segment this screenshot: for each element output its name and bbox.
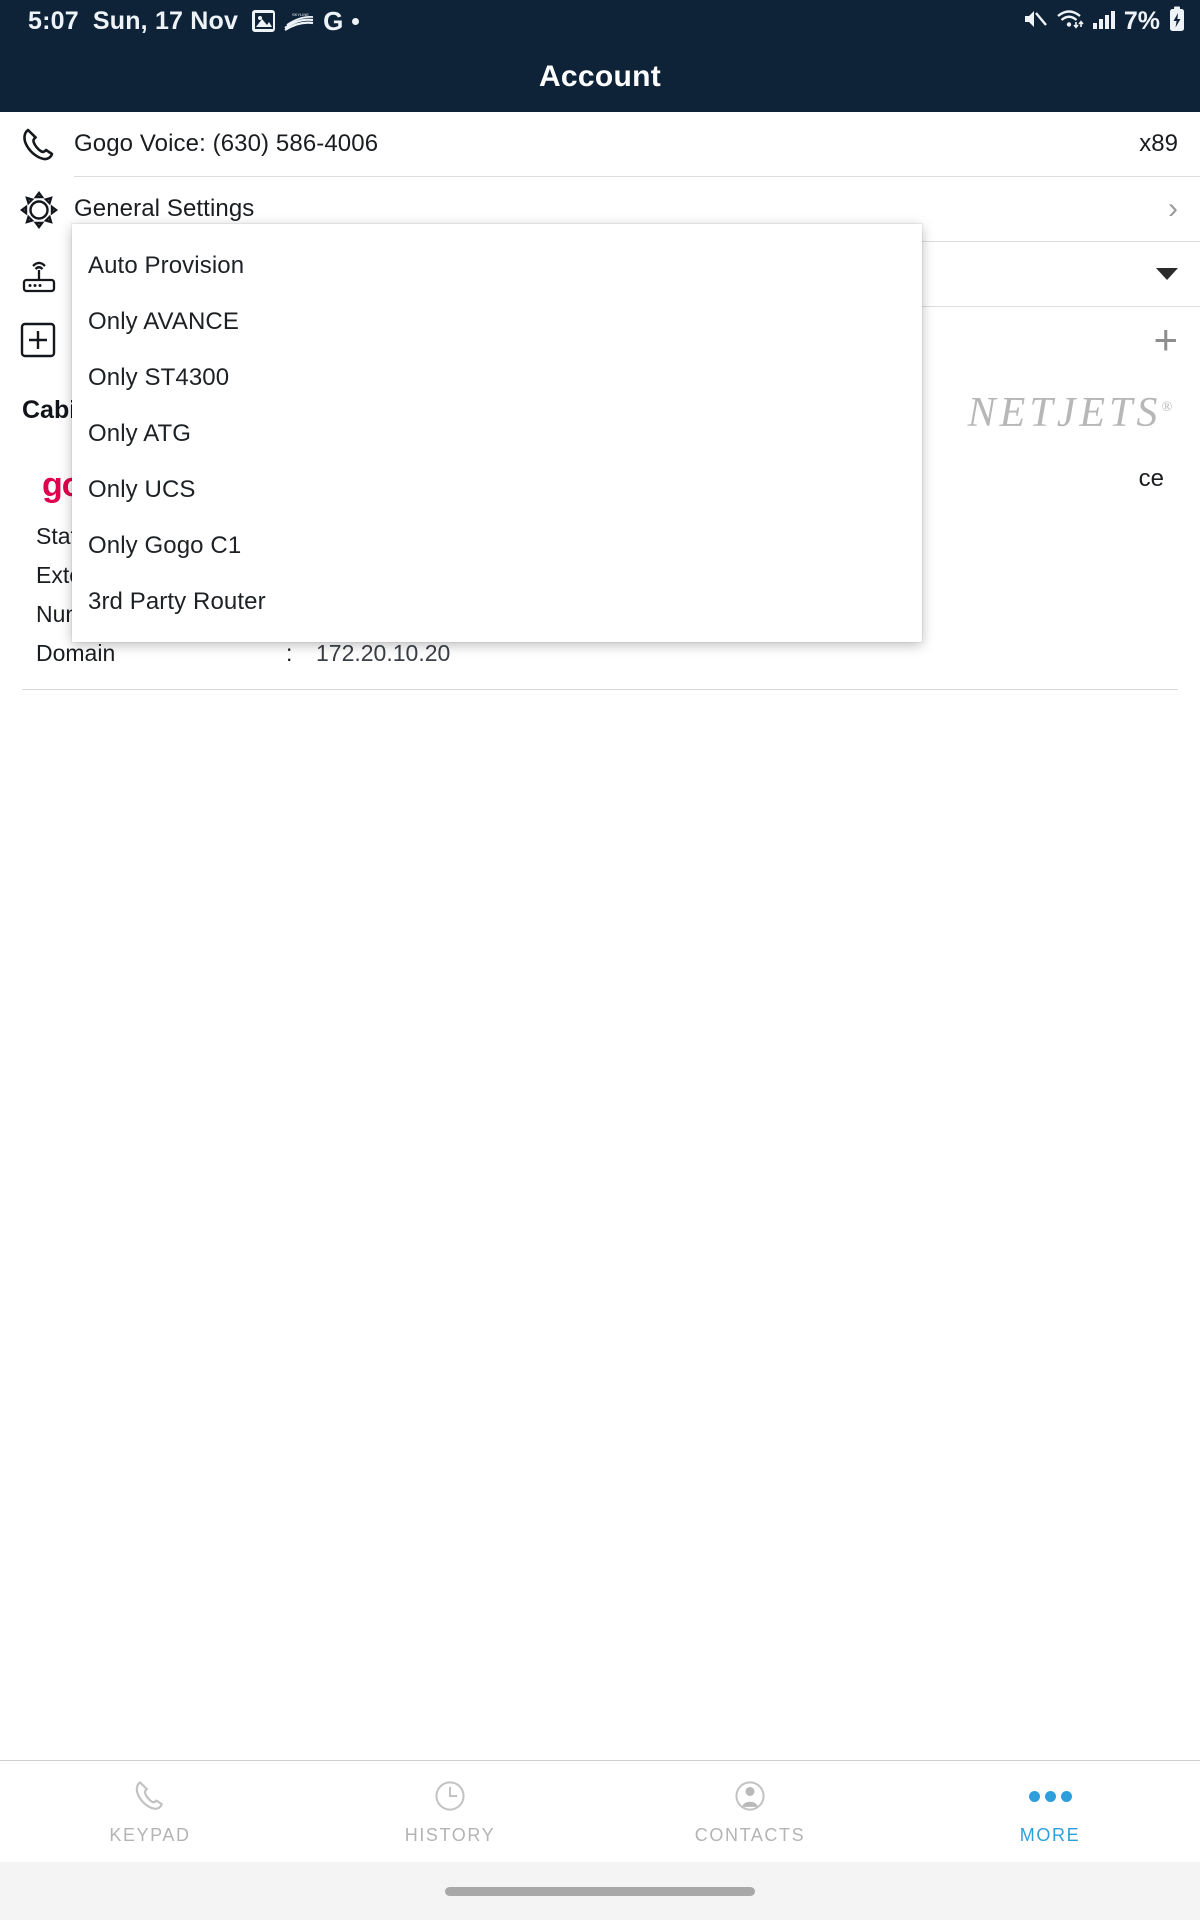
- ellipsis-dot: [1060, 1790, 1072, 1802]
- account-row-voice-body: Gogo Voice: (630) 586-4006 x89: [74, 112, 1200, 177]
- dropdown-item-only-gogo-c1[interactable]: Only Gogo C1: [72, 518, 922, 574]
- google-icon: G: [323, 6, 344, 36]
- dropdown-item-only-st4300[interactable]: Only ST4300: [72, 350, 922, 406]
- dropdown-item-3rd-party-router[interactable]: 3rd Party Router: [72, 574, 922, 630]
- provisioning-mode-dropdown[interactable]: Auto Provision Only AVANCE Only ST4300 O…: [72, 224, 922, 642]
- ellipsis-dots: [1028, 1790, 1072, 1802]
- tab-label-contacts: CONTACTS: [694, 1825, 806, 1845]
- status-notification-icons: SKYLINE G: [252, 6, 360, 36]
- account-row-voice[interactable]: Gogo Voice: (630) 586-4006 x89: [0, 112, 1200, 177]
- router-icon: [18, 254, 74, 296]
- tab-keypad[interactable]: KEYPAD: [0, 1761, 300, 1862]
- dropdown-item-only-atg[interactable]: Only ATG: [72, 406, 922, 462]
- tab-label-more: MORE: [1019, 1825, 1081, 1845]
- chevron-right-icon[interactable]: ›: [1168, 194, 1178, 224]
- system-navigation-bar: [0, 1862, 1200, 1920]
- ellipsis-dot: [1044, 1790, 1056, 1802]
- wifi-icon: [1056, 8, 1084, 35]
- ellipsis-dot: [1028, 1790, 1040, 1802]
- status-bar-left: 5:07 Sun, 17 Nov SKYLINE G: [28, 6, 360, 36]
- status-bar: 5:07 Sun, 17 Nov SKYLINE G 7%: [0, 0, 1200, 42]
- cellular-signal-icon: [1092, 8, 1116, 35]
- status-bar-right: 7%: [1022, 6, 1186, 37]
- skyline-icon: SKYLINE: [284, 10, 314, 32]
- battery-charging-icon: [1168, 6, 1186, 37]
- phone-icon: [18, 124, 74, 166]
- page-title: Account: [538, 60, 662, 93]
- app-header: Account: [0, 42, 1200, 112]
- registered-mark: ®: [1161, 400, 1172, 415]
- status-date: Sun, 17 Nov: [92, 6, 239, 35]
- bottom-tab-bar: KEYPAD HISTORY CONTACTS MORE: [0, 1760, 1200, 1862]
- tab-contacts[interactable]: CONTACTS: [600, 1761, 900, 1862]
- home-indicator[interactable]: [445, 1886, 755, 1896]
- netjets-watermark: NETJETS®: [968, 389, 1172, 437]
- cabin-detail-key: Domain: [36, 640, 116, 666]
- app-screen: 5:07 Sun, 17 Nov SKYLINE G 7% Account Go…: [0, 0, 1200, 1920]
- voice-number-label: Gogo Voice: (630) 586-4006: [74, 130, 379, 157]
- tab-history[interactable]: HISTORY: [300, 1761, 600, 1862]
- battery-percentage: 7%: [1123, 6, 1160, 35]
- dropdown-item-only-ucs[interactable]: Only UCS: [72, 462, 922, 518]
- cabin-detail-separator: :: [286, 640, 293, 666]
- mute-icon: [1022, 8, 1048, 35]
- add-box-icon: [18, 320, 74, 360]
- status-time: 5:07: [28, 6, 79, 35]
- ellipsis-icon: [1028, 1777, 1072, 1815]
- tab-more[interactable]: MORE: [900, 1761, 1200, 1862]
- dropdown-item-auto-provision[interactable]: Auto Provision: [72, 238, 922, 294]
- clock-icon: [431, 1777, 469, 1815]
- tab-label-keypad: KEYPAD: [109, 1825, 191, 1845]
- general-settings-label: General Settings: [74, 195, 255, 222]
- image-icon: [252, 10, 276, 32]
- gear-icon: [18, 189, 74, 231]
- person-icon: [731, 1777, 769, 1815]
- dropdown-item-only-avance[interactable]: Only AVANCE: [72, 294, 922, 350]
- cabin-detail-value: 172.20.10.20: [316, 640, 451, 666]
- dot-icon: [352, 17, 360, 25]
- voice-extension-value: x89: [1139, 130, 1178, 157]
- netjets-watermark-text: NETJETS: [967, 390, 1162, 436]
- tab-label-history: HISTORY: [404, 1825, 496, 1845]
- caret-down-icon[interactable]: [1156, 268, 1178, 280]
- phone-icon: [131, 1777, 169, 1815]
- plus-icon[interactable]: +: [1153, 318, 1178, 361]
